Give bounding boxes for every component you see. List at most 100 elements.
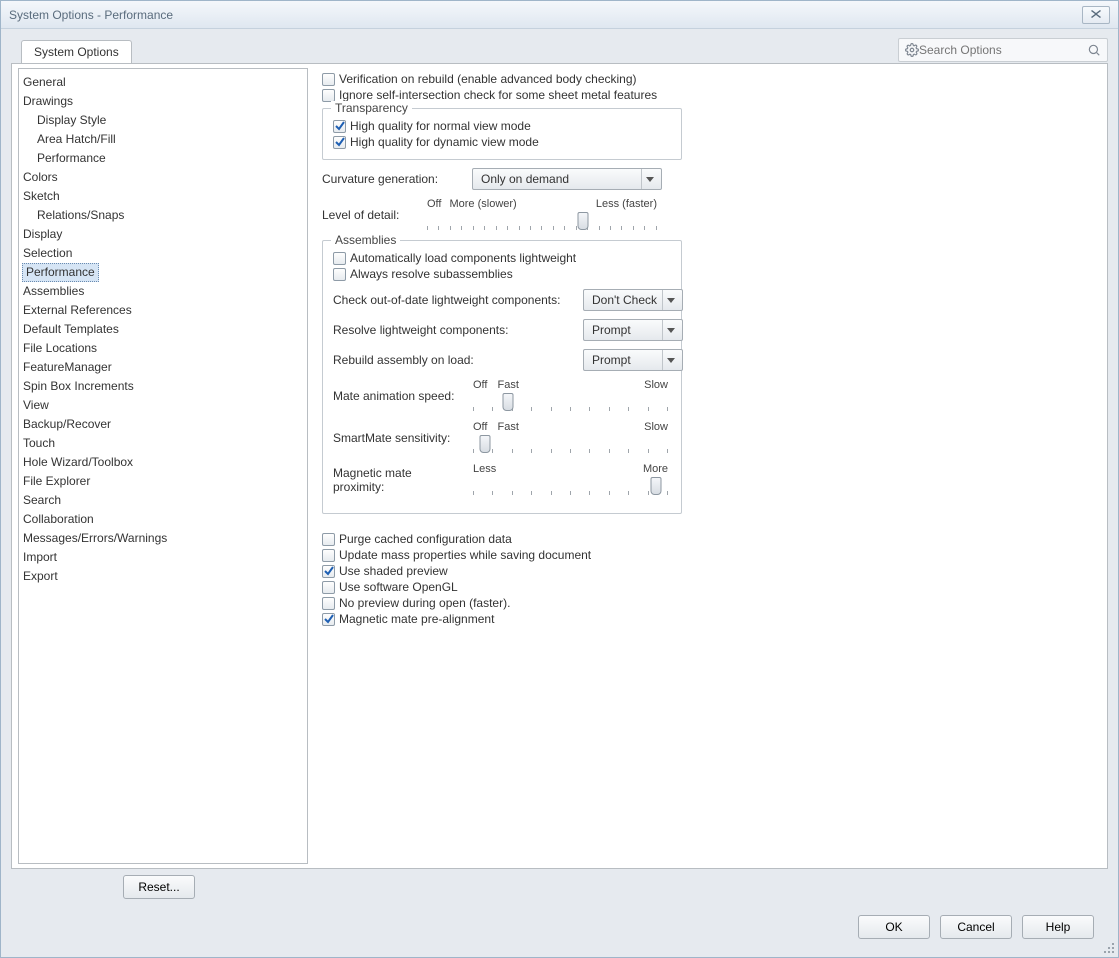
check-software-gl[interactable]: Use software OpenGL xyxy=(322,580,1095,594)
sidebar-item-spin-box-increments[interactable]: Spin Box Increments xyxy=(19,377,307,396)
checkbox[interactable] xyxy=(322,597,335,610)
checkbox[interactable] xyxy=(322,613,335,626)
sidebar-item-file-locations[interactable]: File Locations xyxy=(19,339,307,358)
main-panel: Verification on rebuild (enable advanced… xyxy=(308,64,1107,868)
slider-thumb[interactable] xyxy=(503,393,514,411)
slider-magnetic-prox[interactable]: Less More xyxy=(473,463,668,497)
check-purge[interactable]: Purge cached configuration data xyxy=(322,532,1095,546)
checkbox[interactable] xyxy=(322,581,335,594)
cancel-button[interactable]: Cancel xyxy=(940,915,1012,939)
check-ignore-self-intersect[interactable]: Ignore self-intersection check for some … xyxy=(322,88,1095,102)
close-button[interactable] xyxy=(1082,6,1110,24)
sidebar-item-drawings[interactable]: Drawings xyxy=(19,92,307,111)
slider-lod[interactable]: Off More (slower) Less (faster) xyxy=(427,198,657,232)
slider-track[interactable] xyxy=(473,435,668,455)
sidebar-item-sketch[interactable]: Sketch xyxy=(19,187,307,206)
slider-thumb[interactable] xyxy=(479,435,490,453)
gear-icon xyxy=(905,43,919,57)
row-rebuild-load: Rebuild assembly on load: Prompt xyxy=(333,349,671,371)
slider-thumb[interactable] xyxy=(651,477,662,495)
sidebar-item-external-references[interactable]: External References xyxy=(19,301,307,320)
check-magnetic-pre[interactable]: Magnetic mate pre-alignment xyxy=(322,612,1095,626)
checkbox[interactable] xyxy=(322,89,335,102)
row-magnetic-prox: Magnetic mate proximity: Less More xyxy=(333,463,671,497)
check-hq-dynamic[interactable]: High quality for dynamic view mode xyxy=(333,135,671,149)
reset-row: Reset... xyxy=(11,869,307,905)
row-level-of-detail: Level of detail: Off More (slower) Less … xyxy=(322,198,1095,232)
checkbox[interactable] xyxy=(322,533,335,546)
check-shaded-preview[interactable]: Use shaded preview xyxy=(322,564,1095,578)
checkbox-label: Magnetic mate pre-alignment xyxy=(339,612,494,626)
tab-system-options[interactable]: System Options xyxy=(21,40,132,64)
row-mate-anim: Mate animation speed: Off Fast Slow xyxy=(333,379,671,413)
chevron-down-icon xyxy=(641,169,657,189)
slider-thumb[interactable] xyxy=(578,212,589,230)
checkbox-label: Use software OpenGL xyxy=(339,580,458,594)
slider-smartmate[interactable]: Off Fast Slow xyxy=(473,421,668,455)
checkbox-label: High quality for normal view mode xyxy=(350,119,531,133)
checkbox[interactable] xyxy=(333,120,346,133)
label: Resolve lightweight components: xyxy=(333,323,573,337)
search-icon[interactable] xyxy=(1087,43,1101,57)
ok-button[interactable]: OK xyxy=(858,915,930,939)
dropdown-rebuild-load[interactable]: Prompt xyxy=(583,349,683,371)
resize-grip-icon[interactable] xyxy=(1102,941,1116,955)
checkbox[interactable] xyxy=(322,73,335,86)
check-verification[interactable]: Verification on rebuild (enable advanced… xyxy=(322,72,1095,86)
sidebar-item-performance[interactable]: Performance xyxy=(22,263,99,282)
check-auto-lightweight[interactable]: Automatically load components lightweigh… xyxy=(333,251,671,265)
sidebar-item-area-hatch-fill[interactable]: Area Hatch/Fill xyxy=(19,130,307,149)
sidebar-item-view[interactable]: View xyxy=(19,396,307,415)
checkbox[interactable] xyxy=(322,565,335,578)
sidebar-item-export[interactable]: Export xyxy=(19,567,307,586)
dropdown-value: Only on demand xyxy=(481,172,569,186)
sidebar-item-file-explorer[interactable]: File Explorer xyxy=(19,472,307,491)
sidebar-item-collaboration[interactable]: Collaboration xyxy=(19,510,307,529)
slider-track[interactable] xyxy=(473,477,668,497)
sidebar-item-general[interactable]: General xyxy=(19,73,307,92)
sidebar-item-assemblies[interactable]: Assemblies xyxy=(19,282,307,301)
sidebar-item-display[interactable]: Display xyxy=(19,225,307,244)
tab-label: System Options xyxy=(34,45,119,59)
help-button[interactable]: Help xyxy=(1022,915,1094,939)
sidebar-item-relations-snaps[interactable]: Relations/Snaps xyxy=(19,206,307,225)
sidebar-item-selection[interactable]: Selection xyxy=(19,244,307,263)
check-no-preview[interactable]: No preview during open (faster). xyxy=(322,596,1095,610)
search-box[interactable] xyxy=(898,38,1108,62)
sidebar-item-touch[interactable]: Touch xyxy=(19,434,307,453)
sidebar-item-search[interactable]: Search xyxy=(19,491,307,510)
sidebar-item-backup-recover[interactable]: Backup/Recover xyxy=(19,415,307,434)
dropdown-value: Prompt xyxy=(592,353,631,367)
sidebar-item-display-style[interactable]: Display Style xyxy=(19,111,307,130)
label: Curvature generation: xyxy=(322,172,462,186)
dropdown-check-ood[interactable]: Don't Check xyxy=(583,289,683,311)
window-title: System Options - Performance xyxy=(9,8,173,22)
slider-label-less: Less (faster) xyxy=(596,198,657,210)
sidebar-item-import[interactable]: Import xyxy=(19,548,307,567)
sidebar-item-performance[interactable]: Performance xyxy=(19,149,307,168)
sidebar-item-hole-wizard-toolbox[interactable]: Hole Wizard/Toolbox xyxy=(19,453,307,472)
sidebar-item-messages-errors-warnings[interactable]: Messages/Errors/Warnings xyxy=(19,529,307,548)
check-always-resolve[interactable]: Always resolve subassemblies xyxy=(333,267,671,281)
dropdown-resolve-lw[interactable]: Prompt xyxy=(583,319,683,341)
sidebar-item-default-templates[interactable]: Default Templates xyxy=(19,320,307,339)
slider-track[interactable] xyxy=(427,212,657,232)
slider-mate-anim[interactable]: Off Fast Slow xyxy=(473,379,668,413)
label: Check out-of-date lightweight components… xyxy=(333,293,573,307)
checkbox[interactable] xyxy=(333,268,346,281)
chevron-down-icon xyxy=(662,320,678,340)
checkbox[interactable] xyxy=(322,549,335,562)
label: Mate animation speed: xyxy=(333,389,463,403)
dropdown-curvature[interactable]: Only on demand xyxy=(472,168,662,190)
search-input[interactable] xyxy=(919,43,1087,57)
sidebar-item-featuremanager[interactable]: FeatureManager xyxy=(19,358,307,377)
check-update-mass[interactable]: Update mass properties while saving docu… xyxy=(322,548,1095,562)
fieldset-assemblies: Assemblies Automatically load components… xyxy=(322,240,682,514)
reset-button[interactable]: Reset... xyxy=(123,875,195,899)
sidebar-item-colors[interactable]: Colors xyxy=(19,168,307,187)
check-hq-normal[interactable]: High quality for normal view mode xyxy=(333,119,671,133)
checkbox[interactable] xyxy=(333,136,346,149)
slider-label: More xyxy=(643,463,668,475)
checkbox[interactable] xyxy=(333,252,346,265)
slider-track[interactable] xyxy=(473,393,668,413)
